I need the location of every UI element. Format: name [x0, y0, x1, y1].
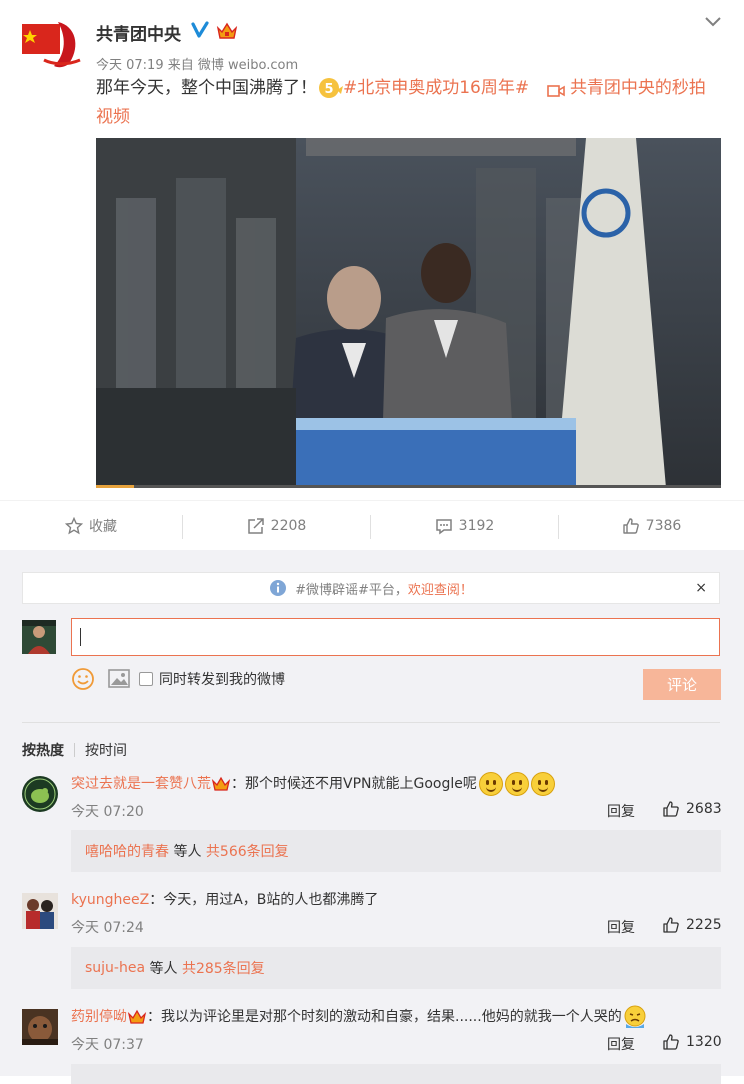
sync-repost-label[interactable]: 同时转发到我的微博: [159, 669, 285, 689]
vip-crown-icon: [211, 775, 231, 793]
sort-tabs: 按热度 按时间: [22, 740, 127, 760]
post-time[interactable]: 今天 07:19: [96, 58, 164, 73]
svg-text:5: 5: [324, 82, 333, 97]
favorite-label: 收藏: [89, 519, 117, 535]
author-name[interactable]: 共青团中央: [96, 20, 181, 45]
repost-icon: [247, 518, 264, 534]
comment-body: ：我以为评论里是对那个时刻的激动和自豪，结果......他妈的就我一个人哭的: [147, 1009, 622, 1025]
comment-like-count: 1320: [686, 1034, 722, 1050]
comment-time: 今天 07:24: [71, 920, 144, 936]
hashtag-link[interactable]: #北京申奥成功16周年#: [343, 78, 529, 98]
comment-like-button[interactable]: 1320: [662, 1033, 722, 1051]
smile-emoji-icon: [504, 772, 529, 796]
commenter-avatar[interactable]: [22, 893, 58, 929]
post-action-bar: 收藏 2208 3192 7386: [0, 500, 744, 551]
hashtag-icon: 5: [317, 76, 343, 100]
favorite-button[interactable]: 收藏: [0, 501, 182, 551]
submit-comment-button[interactable]: 评论: [643, 669, 721, 700]
comments-section: #微博辟谣#平台， 欢迎查阅！ × 同时转发到我的微博 评论 按热度 按时间 突过…: [0, 550, 744, 1084]
divider: [22, 722, 720, 723]
comment-body: ：那个时候还不用VPN就能上Google呢: [231, 776, 477, 792]
emoji-icon[interactable]: [71, 667, 95, 691]
comment-icon: [435, 519, 452, 535]
commenter-avatar[interactable]: [22, 1009, 58, 1045]
video-camera-icon: [546, 80, 565, 97]
like-count: 7386: [645, 518, 682, 534]
chevron-down-icon[interactable]: [703, 14, 723, 28]
weibo-post: 共青团中央 今天 07:19 来自 微博 weibo.com 那年今天，整个中国…: [0, 0, 744, 500]
video-progress-bar[interactable]: [96, 485, 721, 488]
composer-tools: 同时转发到我的微博: [71, 667, 285, 691]
commenter-avatar[interactable]: [22, 776, 58, 812]
comment-body: ：今天，用过A，B站的人也都沸腾了: [149, 892, 379, 908]
comment-like-button[interactable]: 2225: [662, 916, 722, 934]
vip-crown-icon[interactable]: [216, 21, 238, 41]
sub-reply-user[interactable]: suju-hea: [85, 960, 145, 976]
post-text: 那年今天，整个中国沸腾了！: [96, 78, 317, 98]
comment-time: 今天 07:20: [71, 804, 144, 820]
vip-crown-icon: [127, 1008, 147, 1026]
sub-reply-mid: 等人: [169, 844, 206, 860]
sub-reply-count[interactable]: 共285条回复: [182, 958, 265, 978]
reply-button[interactable]: 回复: [607, 1034, 635, 1054]
star-icon: [65, 517, 83, 535]
tab-sort-hot[interactable]: 按热度: [22, 740, 64, 760]
reply-button[interactable]: 回复: [607, 801, 635, 821]
text-caret: [80, 628, 81, 646]
crying-emoji-icon: [622, 1004, 648, 1030]
post-content: 那年今天，整个中国沸腾了！ 5 #北京申奥成功16周年# 共青团中央的秒拍视频: [96, 74, 716, 132]
notice-text[interactable]: #微博辟谣#平台，: [295, 579, 408, 598]
sub-reply-count[interactable]: 共566条回复: [206, 841, 289, 861]
sub-reply-user[interactable]: 嘻哈哈的青春: [85, 841, 169, 861]
tab-sort-time[interactable]: 按时间: [85, 740, 127, 760]
post-source[interactable]: 来自 微博 weibo.com: [168, 58, 298, 73]
comment-text: kyungheeZ：今天，用过A，B站的人也都沸腾了: [71, 890, 378, 910]
comment-text: 药别停呦 ：我以为评论里是对那个时刻的激动和自豪，结果......他妈的就我一个人…: [71, 1004, 648, 1030]
sync-repost-checkbox[interactable]: [139, 672, 153, 686]
sub-replies-bar: [71, 1064, 721, 1084]
comment-user[interactable]: 突过去就是一套赞八荒: [71, 776, 211, 792]
like-button[interactable]: 7386: [559, 501, 744, 551]
author-avatar[interactable]: [22, 20, 82, 70]
rumor-notice: #微博辟谣#平台， 欢迎查阅！ ×: [22, 572, 720, 604]
comment-like-count: 2683: [686, 801, 722, 817]
smile-emoji-icon: [478, 772, 503, 796]
comment-user[interactable]: kyungheeZ: [71, 892, 149, 908]
video-player[interactable]: [96, 138, 721, 488]
comment-count: 3192: [458, 518, 495, 534]
sub-replies-bar[interactable]: suju-hea 等人 共285条回复: [71, 947, 721, 989]
sub-replies-bar[interactable]: 嘻哈哈的青春 等人 共566条回复: [71, 830, 721, 872]
info-icon: [270, 580, 287, 596]
comment-like-button[interactable]: 2683: [662, 800, 722, 818]
thumbs-up-icon: [663, 801, 679, 817]
thumbs-up-icon: [622, 518, 639, 534]
comment-user[interactable]: 药别停呦: [71, 1009, 127, 1025]
comment-text: 突过去就是一套赞八荒 ：那个时候还不用VPN就能上Google呢: [71, 772, 555, 796]
current-user-avatar[interactable]: [22, 620, 56, 654]
post-meta: 今天 07:19 来自 微博 weibo.com: [96, 54, 298, 73]
reply-button[interactable]: 回复: [607, 917, 635, 937]
smile-emoji-icon: [530, 772, 555, 796]
thumbs-up-icon: [663, 1034, 679, 1050]
comment-input[interactable]: [71, 618, 720, 656]
repost-button[interactable]: 2208: [183, 501, 370, 551]
comment-time: 今天 07:37: [71, 1037, 144, 1053]
image-icon[interactable]: [107, 668, 131, 690]
comment-button[interactable]: 3192: [371, 501, 558, 551]
verified-icon[interactable]: [190, 20, 210, 40]
notice-link[interactable]: 欢迎查阅！: [408, 579, 473, 598]
sub-reply-mid: 等人: [145, 961, 182, 977]
repost-count: 2208: [270, 518, 307, 534]
thumbs-up-icon: [663, 917, 679, 933]
close-icon[interactable]: ×: [695, 580, 707, 596]
comment-like-count: 2225: [686, 917, 722, 933]
